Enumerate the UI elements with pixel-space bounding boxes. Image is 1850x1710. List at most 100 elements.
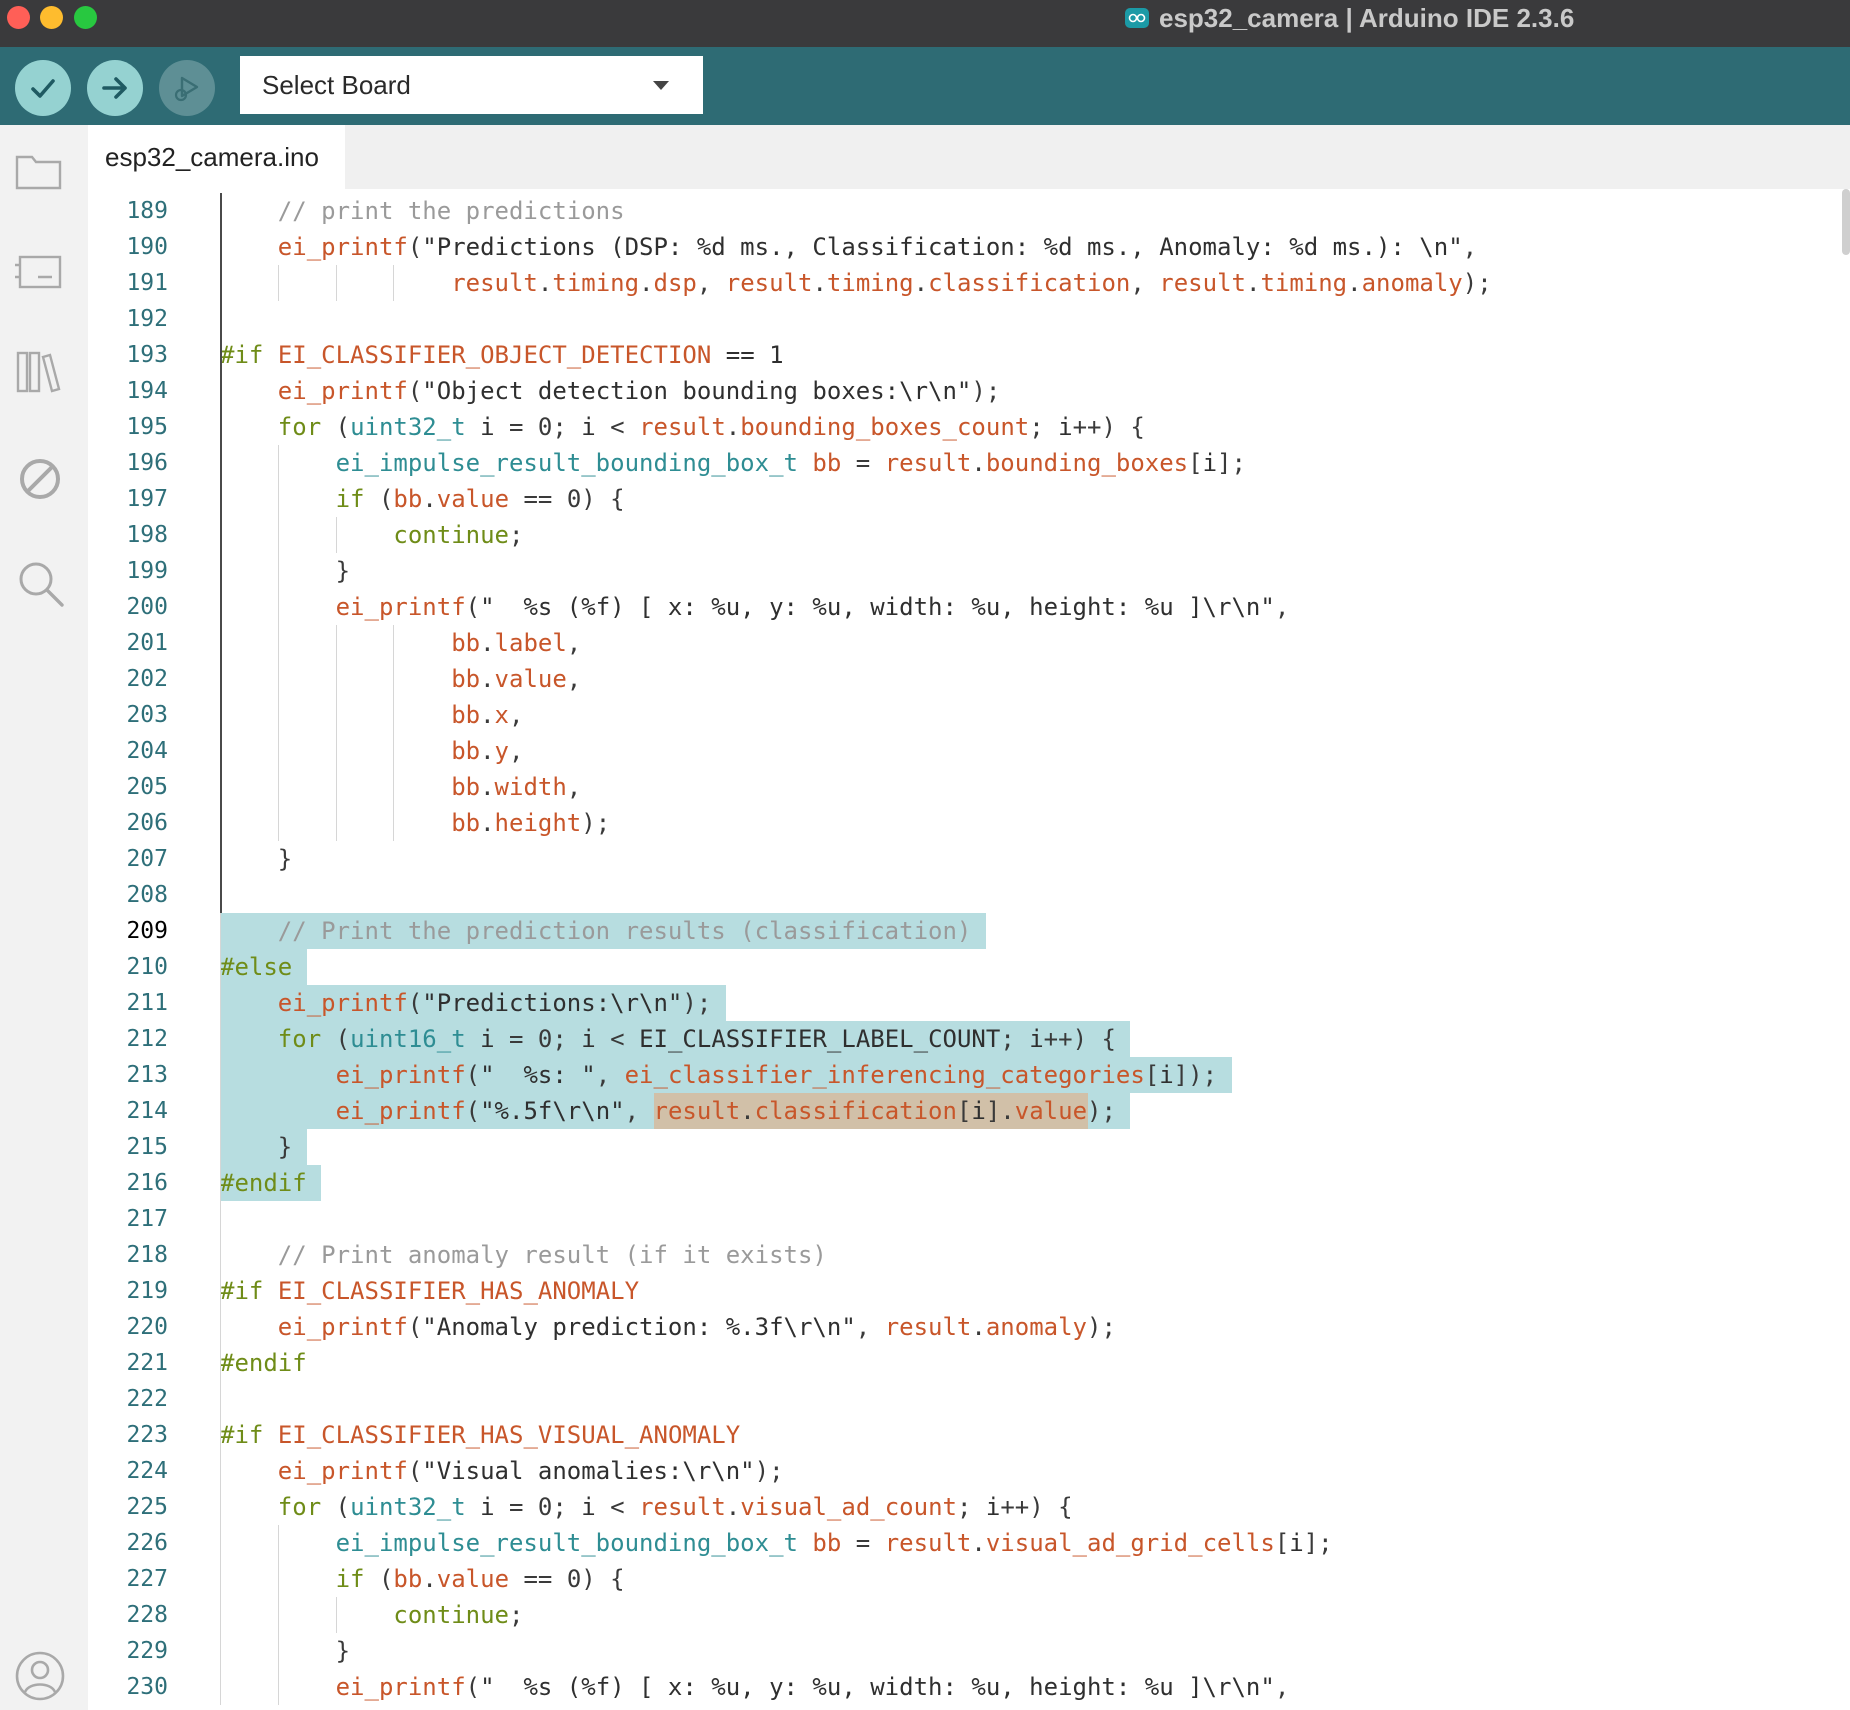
line-number: 229 — [126, 1638, 168, 1664]
code-line[interactable]: 203 bb.x, — [88, 697, 1838, 733]
code-line[interactable]: 209 // Print the prediction results (cla… — [88, 913, 1838, 949]
code-text: ei_printf("Predictions:\r\n"); — [277, 989, 712, 1017]
code-line[interactable]: 201 bb.label, — [88, 625, 1838, 661]
code-text: #if EI_CLASSIFIER_OBJECT_DETECTION == 1 — [220, 341, 784, 369]
line-number: 207 — [126, 846, 168, 872]
code-text: bb.x, — [451, 701, 524, 729]
editor-scrollbar[interactable] — [1842, 189, 1850, 255]
code-text: ei_printf(" %s (%f) [ x: %u, y: %u, widt… — [335, 593, 1290, 621]
code-line[interactable]: 224 ei_printf("Visual anomalies:\r\n"); — [88, 1453, 1838, 1489]
code-line[interactable]: 198 continue; — [88, 517, 1838, 553]
code-line[interactable]: 226 ei_impulse_result_bounding_box_t bb … — [88, 1525, 1838, 1561]
window-title-group: esp32_camera | Arduino IDE 2.3.6 — [1125, 2, 1574, 34]
verify-button[interactable] — [15, 60, 71, 116]
minimize-window-button[interactable] — [40, 6, 63, 29]
window-title: esp32_camera | Arduino IDE 2.3.6 — [1159, 2, 1575, 33]
board-icon[interactable] — [12, 245, 68, 301]
line-number: 198 — [126, 522, 168, 548]
indent-guide — [336, 625, 337, 841]
code-line[interactable]: 193 #if EI_CLASSIFIER_OBJECT_DETECTION ==… — [88, 337, 1838, 373]
code-line[interactable]: 227 if (bb.value == 0) { — [88, 1561, 1838, 1597]
code-line[interactable]: 219 #if EI_CLASSIFIER_HAS_ANOMALY — [88, 1273, 1838, 1309]
code-line[interactable]: 205 bb.width, — [88, 769, 1838, 805]
code-line[interactable]: 216 #endif — [88, 1165, 1838, 1201]
code-line[interactable]: 223 #if EI_CLASSIFIER_HAS_VISUAL_ANOMALY — [88, 1417, 1838, 1453]
code-line[interactable]: 195 for (uint32_t i = 0; i < result.boun… — [88, 409, 1838, 445]
code-text: // Print the prediction results (classif… — [277, 917, 972, 945]
code-line[interactable]: 218 // Print anomaly result (if it exist… — [88, 1237, 1838, 1273]
line-number: 216 — [126, 1170, 168, 1196]
line-number: 213 — [126, 1062, 168, 1088]
indent-guide — [336, 517, 337, 553]
code-line[interactable]: 220 ei_printf("Anomaly prediction: %.3f\… — [88, 1309, 1838, 1345]
library-icon[interactable] — [12, 345, 68, 401]
line-number: 219 — [126, 1278, 168, 1304]
line-number: 218 — [126, 1242, 168, 1268]
code-editor[interactable]: 189 // print the predictions 190 ei_print… — [88, 189, 1850, 1710]
code-text: #else — [220, 953, 293, 981]
indent-guide — [220, 193, 222, 913]
code-line[interactable]: 204 bb.y, — [88, 733, 1838, 769]
code-text: ei_impulse_result_bounding_box_t bb = re… — [335, 449, 1246, 477]
code-line[interactable]: 194 ei_printf("Object detection bounding… — [88, 373, 1838, 409]
debug-button[interactable] — [159, 60, 215, 116]
code-line[interactable]: 221 #endif — [88, 1345, 1838, 1381]
code-line[interactable]: 207 } — [88, 841, 1838, 877]
code-line[interactable]: 211 ei_printf("Predictions:\r\n"); — [88, 985, 1838, 1021]
code-line[interactable]: 199 } — [88, 553, 1838, 589]
code-line[interactable]: 215 } — [88, 1129, 1838, 1165]
code-line[interactable]: 206 bb.height); — [88, 805, 1838, 841]
code-text: ei_printf("Predictions (DSP: %d ms., Cla… — [277, 233, 1478, 261]
code-text: #if EI_CLASSIFIER_HAS_VISUAL_ANOMALY — [220, 1421, 741, 1449]
code-line[interactable]: 222 — [88, 1381, 1838, 1417]
code-line[interactable]: 212 for (uint16_t i = 0; i < EI_CLASSIFI… — [88, 1021, 1838, 1057]
editor-tab-bar: esp32_camera.ino — [88, 125, 1850, 189]
board-selector[interactable]: Select Board — [240, 56, 703, 114]
line-number: 228 — [126, 1602, 168, 1628]
code-line[interactable]: 196 ei_impulse_result_bounding_box_t bb … — [88, 445, 1838, 481]
code-text: // Print anomaly result (if it exists) — [277, 1241, 827, 1269]
code-line[interactable]: 192 — [88, 301, 1838, 337]
code-line[interactable]: 210 #else — [88, 949, 1838, 985]
account-icon[interactable] — [14, 1650, 66, 1702]
code-line[interactable]: 214 ei_printf("%.5f\r\n", result.classif… — [88, 1093, 1838, 1129]
code-text: bb.width, — [451, 773, 582, 801]
indent-guide — [278, 265, 279, 301]
indent-guide — [336, 1597, 337, 1633]
folder-icon[interactable] — [12, 143, 68, 199]
code-line[interactable]: 189 // print the predictions — [88, 193, 1838, 229]
toolbar: Select Board — [0, 47, 1850, 125]
search-icon[interactable] — [12, 555, 68, 611]
upload-button[interactable] — [87, 60, 143, 116]
code-text: #if EI_CLASSIFIER_HAS_ANOMALY — [220, 1277, 640, 1305]
code-text: for (uint32_t i = 0; i < result.visual_a… — [277, 1493, 1073, 1521]
code-text: } — [220, 1133, 293, 1161]
line-number: 194 — [126, 378, 168, 404]
activity-sidebar — [0, 125, 89, 1710]
code-line[interactable]: 208 — [88, 877, 1838, 913]
code-line[interactable]: 225 for (uint32_t i = 0; i < result.visu… — [88, 1489, 1838, 1525]
arduino-logo-icon — [1125, 8, 1149, 28]
zoom-window-button[interactable] — [74, 6, 97, 29]
line-number: 222 — [126, 1386, 168, 1412]
line-number: 206 — [126, 810, 168, 836]
code-text: bb.value, — [451, 665, 582, 693]
code-line[interactable]: 197 if (bb.value == 0) { — [88, 481, 1838, 517]
code-line[interactable]: 191 result.timing.dsp, result.timing.cla… — [88, 265, 1838, 301]
code-line[interactable]: 228 continue; — [88, 1597, 1838, 1633]
close-window-button[interactable] — [7, 6, 30, 29]
tab-esp32-camera[interactable]: esp32_camera.ino — [88, 125, 345, 189]
code-line[interactable]: 213 ei_printf(" %s: ", ei_classifier_inf… — [88, 1057, 1838, 1093]
code-text: } — [220, 557, 351, 585]
debug-disabled-icon[interactable] — [12, 451, 68, 507]
code-text: if (bb.value == 0) { — [335, 1565, 625, 1593]
code-line[interactable]: 190 ei_printf("Predictions (DSP: %d ms.,… — [88, 229, 1838, 265]
debug-icon — [174, 76, 199, 102]
code-line[interactable]: 229 } — [88, 1633, 1838, 1669]
code-line[interactable]: 200 ei_printf(" %s (%f) [ x: %u, y: %u, … — [88, 589, 1838, 625]
code-line[interactable]: 202 bb.value, — [88, 661, 1838, 697]
code-line[interactable]: 217 — [88, 1201, 1838, 1237]
code-text: ei_printf("Object detection bounding box… — [277, 377, 1001, 405]
line-number: 205 — [126, 774, 168, 800]
code-line[interactable]: 230 ei_printf(" %s (%f) [ x: %u, y: %u, … — [88, 1669, 1838, 1705]
